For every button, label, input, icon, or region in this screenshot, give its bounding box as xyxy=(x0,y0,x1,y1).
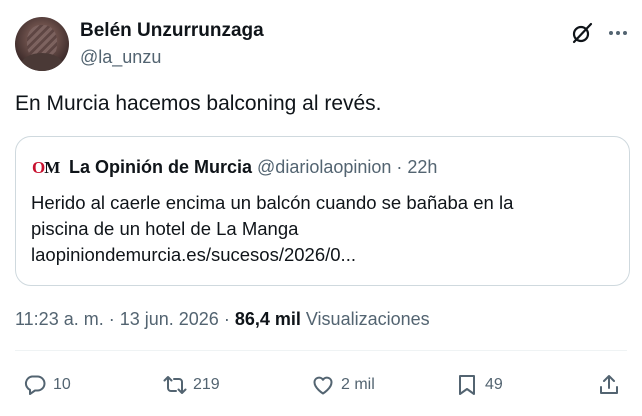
retweet-button[interactable]: 219 xyxy=(163,372,220,398)
tweet-date[interactable]: 13 jun. 2026 xyxy=(120,309,219,329)
bookmark-count: 49 xyxy=(485,376,503,393)
quoted-body-line: Herido al caerle encima un balcón cuando… xyxy=(31,192,514,213)
quoted-separator: · xyxy=(391,157,408,177)
tweet-text: En Murcia hacemos balconing al revés. xyxy=(15,92,382,115)
heart-icon xyxy=(313,376,333,395)
quoted-logo: OM xyxy=(32,158,60,177)
reply-count: 10 xyxy=(53,376,71,393)
quoted-body-line: piscina de un hotel de La Manga xyxy=(31,218,299,239)
like-count: 2 mil xyxy=(341,376,375,393)
avatar[interactable] xyxy=(15,17,69,71)
author-name[interactable]: Belén Unzurrunzaga xyxy=(80,20,264,42)
quoted-header: La Opinión de Murcia @diariolaopinion · … xyxy=(69,157,437,178)
like-button[interactable]: 2 mil xyxy=(311,372,375,398)
meta-separator: · xyxy=(218,309,235,329)
views-count: 86,4 mil xyxy=(234,309,301,329)
author-handle[interactable]: @la_unzu xyxy=(80,47,161,68)
retweet-count: 219 xyxy=(193,376,220,393)
quoted-body: Herido al caerle encima un balcón cuando… xyxy=(31,190,621,268)
quoted-link: laopiniondemurcia.es/sucesos/2026/0... xyxy=(31,244,356,265)
quoted-tweet[interactable]: OM La Opinión de Murcia @diariolaopinion… xyxy=(15,136,630,286)
divider xyxy=(15,350,627,351)
grok-icon[interactable] xyxy=(570,21,594,45)
quoted-author-name: La Opinión de Murcia xyxy=(69,157,253,177)
reply-button[interactable]: 10 xyxy=(23,372,71,398)
views-label: Visualizaciones xyxy=(305,309,430,329)
quoted-age: 22h xyxy=(407,157,438,177)
meta-separator: · xyxy=(103,309,120,329)
retweet-icon xyxy=(163,376,187,394)
share-icon xyxy=(600,375,618,394)
bookmark-icon xyxy=(459,375,475,395)
reply-icon xyxy=(24,375,46,395)
more-icon[interactable] xyxy=(606,22,630,44)
quoted-author-handle: @diariolaopinion xyxy=(257,157,392,177)
tweet-time[interactable]: 11:23 a. m. xyxy=(15,309,104,329)
share-button[interactable] xyxy=(597,372,621,398)
tweet-meta: 11:23 a. m. · 13 jun. 2026 · 86,4 mil Vi… xyxy=(15,309,430,330)
bookmark-button[interactable]: 49 xyxy=(455,372,503,398)
